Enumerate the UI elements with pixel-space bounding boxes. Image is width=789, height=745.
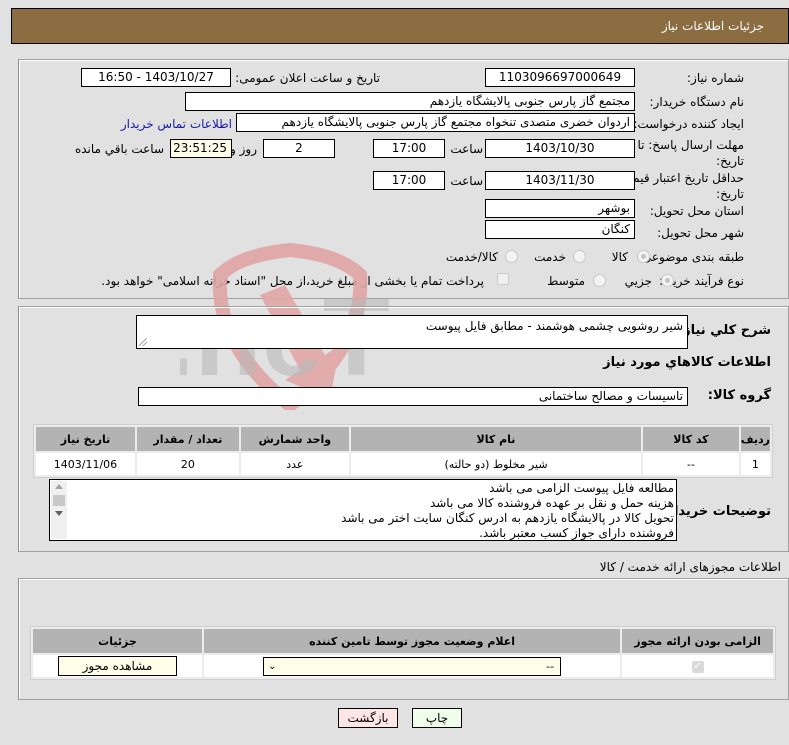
col-qty: تعداد / مقدار — [136, 427, 239, 451]
delivery-province-field[interactable]: بوشهر — [485, 199, 635, 218]
price-validity-date[interactable]: 1403/11/30 — [485, 171, 635, 190]
permits-title: اطلاعات مجوزهای ارائه خدمت / کالا — [599, 560, 781, 574]
description-label: شرح کلي نياز: — [677, 323, 771, 338]
buyer-note-line: تحویل کالا در پالایشگاه یازدهم به ادرس ک… — [341, 511, 674, 525]
remaining-time-label: ساعت باقي مانده — [74, 142, 164, 156]
col-code: کد کالا — [643, 427, 739, 451]
permit-status-value: -- — [546, 659, 555, 673]
scroll-thumb[interactable] — [53, 495, 65, 506]
cell-name: شیر مخلوط (دو حالته) — [350, 453, 642, 475]
purchase-type-radio-minor[interactable] — [661, 274, 674, 287]
goods-table-header: ردیف کد کالا نام کالا واحد شمارش تعداد /… — [36, 427, 770, 451]
view-permit-button[interactable]: مشاهده مجوز — [57, 656, 177, 676]
remaining-days: 2 — [263, 139, 335, 158]
col-name: نام کالا — [350, 427, 642, 451]
need-number-field[interactable]: 1103096697000649 — [485, 68, 635, 87]
cell-unit: عدد — [240, 453, 349, 475]
cell-details: مشاهده مجوز — [33, 655, 202, 677]
cell-code: -- — [643, 453, 739, 475]
category-radio-goods-service[interactable] — [505, 250, 518, 263]
buyer-note-line: فروشنده دارای جواز کسب معتبر باشد. — [479, 526, 674, 540]
col-unit: واحد شمارش — [240, 427, 349, 451]
col-date: تاریخ نیاز — [36, 427, 135, 451]
category-label: طبقه بندی موضوعی: — [637, 250, 744, 264]
treasury-note: پرداخت تمام یا بخشی از مبلغ خرید،از محل … — [101, 274, 484, 288]
response-deadline-date[interactable]: 1403/10/30 — [485, 139, 635, 158]
cell-date: 1403/11/06 — [36, 453, 135, 475]
col-row: ردیف — [740, 427, 770, 451]
category-option-service: خدمت — [534, 250, 566, 264]
response-deadline-label: مهلت ارسال پاسخ: تا تاریخ: — [637, 138, 744, 168]
category-radio-goods[interactable] — [637, 250, 650, 263]
announce-datetime-label: تاریخ و ساعت اعلان عمومی: — [235, 71, 380, 85]
price-validity-time-label: ساعت — [450, 174, 483, 188]
requester-field[interactable]: اردوان خضری متصدی تنخواه مجتمع گاز پارس … — [236, 113, 635, 132]
purchase-type-option-minor: جزیي — [624, 274, 652, 288]
delivery-province-label: استان محل تحویل: — [649, 204, 744, 218]
col-required: الزامی بودن ارائه مجوز — [622, 629, 773, 653]
page-title: جزئیات اطلاعات نیاز — [661, 19, 764, 33]
response-time-label: ساعت — [450, 142, 483, 156]
delivery-city-field[interactable]: کنگان — [485, 220, 635, 239]
description-resize-handle[interactable] — [139, 338, 147, 346]
buyer-notes-label: توضیحات خریدار: — [661, 504, 771, 519]
col-status: اعلام وضعیت مجوز توسط تامین کننده — [203, 629, 621, 653]
purchase-type-radio-medium[interactable] — [593, 274, 606, 287]
delivery-city-label: شهر محل تحویل: — [657, 226, 744, 240]
scroll-up-icon[interactable] — [55, 484, 63, 489]
permits-table: الزامی بودن ارائه مجوز اعلام وضعیت مجوز … — [30, 626, 776, 680]
days-label: روز و — [230, 142, 257, 156]
cell-required: ✓ — [622, 655, 773, 677]
cell-qty: 20 — [136, 453, 239, 475]
goods-table: ردیف کد کالا نام کالا واحد شمارش تعداد /… — [33, 424, 773, 478]
goods-group-label: گروه کالا: — [707, 388, 771, 403]
col-details: جزئیات — [33, 629, 202, 653]
buyer-org-field[interactable]: مجتمع گاز پارس جنوبی پالایشگاه یازدهم — [185, 92, 635, 111]
back-button[interactable]: بازگشت — [338, 708, 398, 728]
table-row: ✓ -- ⌄ مشاهده مجوز — [33, 655, 773, 677]
goods-group-field[interactable]: تاسیسات و مصالح ساختمانی — [138, 387, 688, 406]
purchase-type-option-medium: متوسط — [547, 274, 585, 288]
table-row: 1 -- شیر مخلوط (دو حالته) عدد 20 1403/11… — [36, 453, 770, 475]
chevron-down-icon: ⌄ — [268, 660, 277, 672]
required-checkbox: ✓ — [691, 661, 704, 673]
buyer-contact-link[interactable]: اطلاعات تماس خریدار — [121, 117, 232, 131]
buyer-note-line: مطالعه فایل پیوست الزامی می باشد — [489, 481, 674, 495]
scroll-down-icon[interactable] — [55, 511, 63, 516]
category-radio-service[interactable] — [573, 250, 586, 263]
treasury-checkbox[interactable] — [497, 273, 509, 285]
buyer-note-line: هزینه حمل و نقل بر عهده فروشنده کالا می … — [429, 496, 674, 510]
category-option-goods: کالا — [611, 250, 628, 264]
permits-table-header: الزامی بودن ارائه مجوز اعلام وضعیت مجوز … — [33, 629, 773, 653]
cell-status: -- ⌄ — [203, 655, 621, 677]
print-button[interactable]: چاپ — [412, 708, 462, 728]
buyer-notes-textarea[interactable]: مطالعه فایل پیوست الزامی می باشد هزینه ح… — [49, 479, 677, 541]
buyer-org-label: نام دستگاه خریدار: — [649, 95, 745, 109]
buyer-notes-scrollbar[interactable] — [51, 481, 67, 539]
price-validity-time[interactable]: 17:00 — [373, 171, 445, 190]
category-option-goods-service: کالا/خدمت — [445, 250, 498, 264]
description-textarea[interactable]: شیر روشویی چشمی هوشمند - مطابق فایل پیوس… — [136, 315, 688, 349]
announce-datetime-field[interactable]: 1403/10/27 - 16:50 — [81, 68, 231, 87]
requester-label: ایجاد کننده درخواست: — [633, 117, 744, 131]
page-header: جزئیات اطلاعات نیاز — [11, 8, 789, 44]
goods-section-title: اطلاعات کالاهاي مورد نياز — [603, 355, 771, 370]
response-deadline-time[interactable]: 17:00 — [373, 139, 445, 158]
need-number-label: شماره نیاز: — [687, 71, 744, 85]
cell-row: 1 — [740, 453, 770, 475]
permit-status-select[interactable]: -- ⌄ — [263, 656, 562, 676]
remaining-time: 23:51:25 — [170, 139, 232, 158]
